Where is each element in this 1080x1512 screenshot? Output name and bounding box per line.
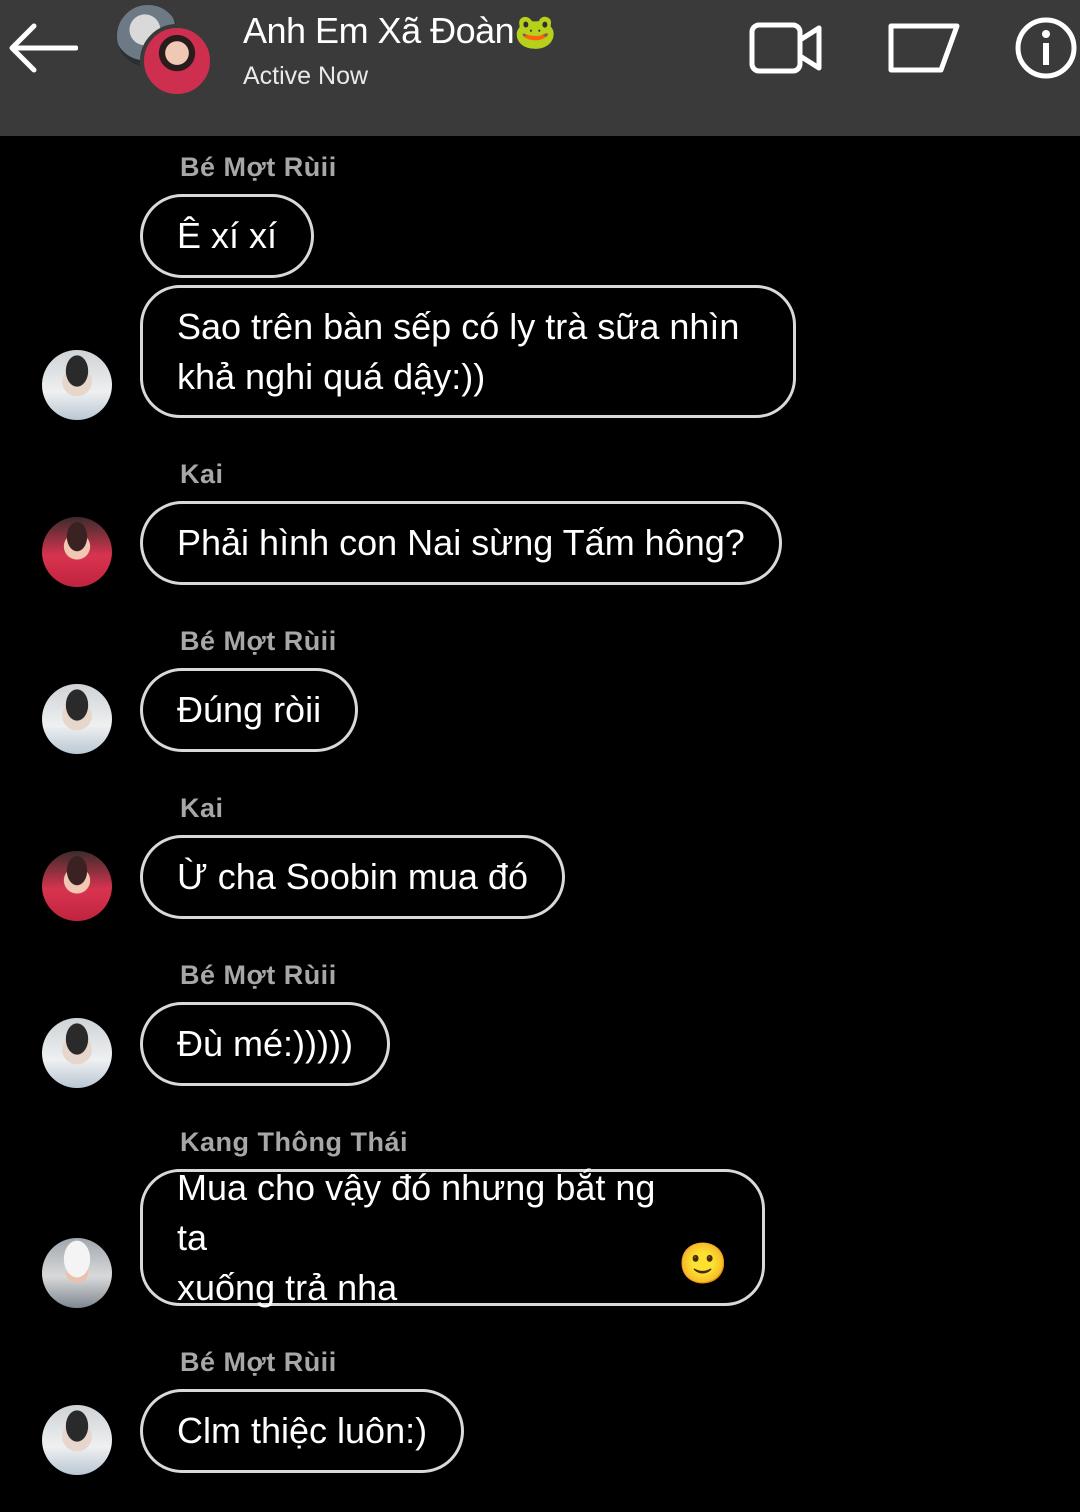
chat-title-text: Anh Em Xã Đoàn (243, 10, 515, 51)
video-call-button[interactable] (744, 16, 828, 80)
flag-icon (888, 23, 960, 73)
group-avatar[interactable] (110, 0, 220, 104)
message-bubble[interactable]: Ừ cha Soobin mua đó (140, 835, 565, 919)
sender-name: Kai (180, 459, 224, 489)
info-icon (1015, 17, 1077, 79)
message-bubble[interactable]: Đúng ròii (140, 668, 359, 752)
message-bubble[interactable]: Đù mé:))))) (140, 1002, 390, 1086)
chat-header: Anh Em Xã Đoàn🐸 Active Now (0, 0, 1080, 136)
avatar[interactable] (42, 517, 112, 587)
chat-title[interactable]: Anh Em Xã Đoàn🐸 (243, 10, 556, 52)
smile-emoji: 🙂 (678, 1242, 728, 1286)
message-text: Mua cho vậy đó nhưng bắt ng ta xuống trả… (177, 1166, 656, 1308)
sender-name: Bé Mợt Rùii (180, 1347, 337, 1377)
message-bubble[interactable]: Ê xí xí (140, 194, 315, 278)
active-status: Active Now (243, 62, 369, 90)
avatar[interactable] (42, 1238, 112, 1308)
back-button[interactable] (4, 18, 80, 78)
sender-name: Bé Mợt Rùii (180, 960, 337, 990)
avatar[interactable] (42, 684, 112, 754)
sender-name: Kai (180, 793, 224, 823)
avatar[interactable] (42, 350, 112, 420)
sender-name: Kang Thông Thái (180, 1127, 408, 1157)
info-button[interactable] (1012, 16, 1080, 80)
message-bubble[interactable]: Sao trên bàn sếp có ly trà sữa nhìn khả … (140, 285, 796, 418)
message-bubble[interactable]: Mua cho vậy đó nhưng bắt ng ta xuống trả… (140, 1167, 765, 1308)
member-avatar-2 (140, 24, 214, 98)
frog-emoji: 🐸 (514, 13, 556, 51)
back-arrow-icon (9, 23, 78, 73)
sender-name: Bé Mợt Rùii (180, 152, 337, 182)
report-button[interactable] (884, 16, 964, 80)
message-bubble[interactable]: Phải hình con Nai sừng Tấm hông? (140, 501, 782, 585)
message-bubble[interactable]: Clm thiệc luôn:) (140, 1389, 465, 1473)
sender-name: Bé Mợt Rùii (180, 626, 337, 656)
avatar[interactable] (42, 1018, 112, 1088)
video-camera-icon (749, 22, 822, 74)
avatar[interactable] (42, 851, 112, 921)
avatar[interactable] (42, 1405, 112, 1475)
